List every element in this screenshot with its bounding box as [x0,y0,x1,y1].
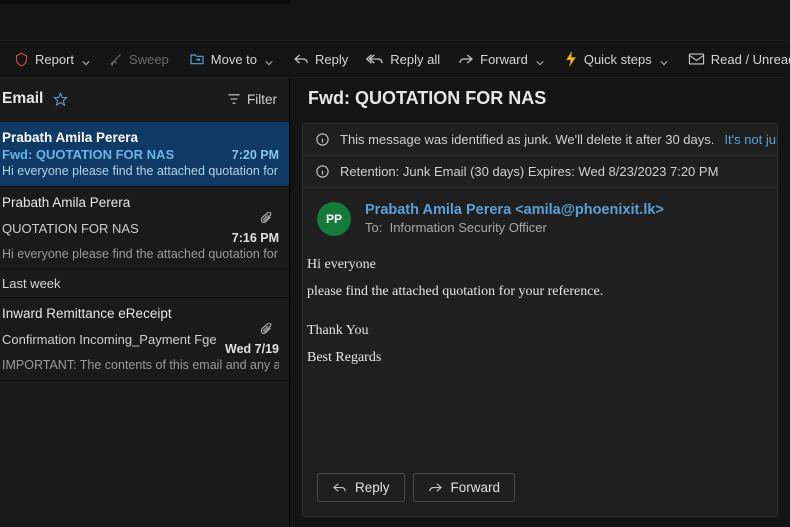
message-title: Fwd: QUOTATION FOR NAS [290,78,790,123]
list-item-time: 7:20 PM [232,148,279,162]
list-item-from: Prabath Amila Perera [2,130,279,145]
list-item-subject: QUOTATION FOR NAS [2,221,139,236]
forward-label: Forward [480,52,528,67]
chevron-down-icon [660,55,668,63]
message-body: Hi everyoneplease find the attached quot… [303,242,777,384]
reply-all-button[interactable]: Reply all [358,47,448,72]
sender-line[interactable]: Prabath Amila Perera <amila@phoenixit.lk… [365,202,763,218]
broom-icon [108,52,123,67]
list-group-header[interactable]: Last week [0,270,289,298]
report-button[interactable]: Report [6,47,98,72]
list-item-preview: Hi everyone please find the attached quo… [2,164,279,178]
list-item-from: Prabath Amila Perera [2,195,279,210]
reading-pane: Fwd: QUOTATION FOR NAS This message was … [290,78,790,527]
read-unread-label: Read / Unread [711,52,790,67]
forward-action-button[interactable]: Forward [413,473,516,502]
quick-steps-label: Quick steps [584,52,652,67]
envelope-icon [688,52,705,66]
list-item-preview: IMPORTANT: The contents of this email an… [2,358,279,372]
forward-button[interactable]: Forward [450,47,552,72]
list-item-from: Inward Remittance eReceipt [2,306,279,321]
forward-action-label: Forward [451,480,501,495]
attachment-icon [260,212,273,229]
chevron-down-icon [265,55,273,63]
list-item-preview: Hi everyone please find the attached quo… [2,247,279,261]
folder-title: Email [2,90,43,108]
not-junk-link[interactable]: It's not junk [724,132,777,147]
filter-label: Filter [247,92,277,107]
star-icon[interactable] [53,92,68,107]
list-item-time: 7:16 PM [232,231,279,245]
junk-text: This message was identified as junk. We'… [340,132,714,147]
read-unread-button[interactable]: Read / Unread [680,47,790,72]
sweep-button[interactable]: Sweep [100,47,177,72]
shield-icon [14,52,29,67]
reply-all-icon [366,52,384,66]
forward-icon [458,52,474,66]
reply-all-label: Reply all [390,52,440,67]
info-icon [315,164,330,179]
reply-icon [293,52,309,66]
sweep-label: Sweep [129,52,169,67]
list-item[interactable]: Prabath Amila Perera QUOTATION FOR NAS 7:1… [0,187,289,270]
retention-text: Retention: Junk Email (30 days) Expires:… [340,164,718,179]
filter-icon [227,92,241,106]
move-to-label: Move to [211,52,257,67]
folder-move-icon [189,51,205,67]
quick-steps-button[interactable]: Quick steps [556,46,676,72]
message-list-pane: Email Filter Prabath Amila Perera Fwd: QU… [0,78,290,527]
chevron-down-icon [536,55,544,63]
to-line: To: Information Security Officer [365,220,763,235]
attachment-icon [260,323,273,340]
junk-banner: This message was identified as junk. We'… [303,124,777,156]
list-item-subject: Fwd: QUOTATION FOR NAS [2,147,174,162]
filter-button[interactable]: Filter [227,92,277,107]
reply-icon [332,481,347,494]
lightning-icon [564,51,578,67]
avatar: PP [317,202,351,236]
report-label: Report [35,52,74,67]
reply-label: Reply [315,52,348,67]
list-item[interactable]: Prabath Amila Perera Fwd: QUOTATION FOR N… [0,122,289,187]
list-item[interactable]: Inward Remittance eReceipt Confirmation I… [0,298,289,381]
move-to-button[interactable]: Move to [181,46,281,72]
reply-action-button[interactable]: Reply [317,473,405,502]
reply-button[interactable]: Reply [285,47,356,72]
reply-action-label: Reply [355,480,390,495]
info-icon [315,132,330,147]
list-item-subject: Confirmation Incoming_Payment Fge [2,332,217,347]
command-toolbar: Report Sweep Move to Reply Reply all For… [0,40,790,78]
forward-icon [428,481,443,494]
list-item-time: Wed 7/19 [225,342,279,356]
chevron-down-icon [82,55,90,63]
retention-banner: Retention: Junk Email (30 days) Expires:… [303,156,777,188]
